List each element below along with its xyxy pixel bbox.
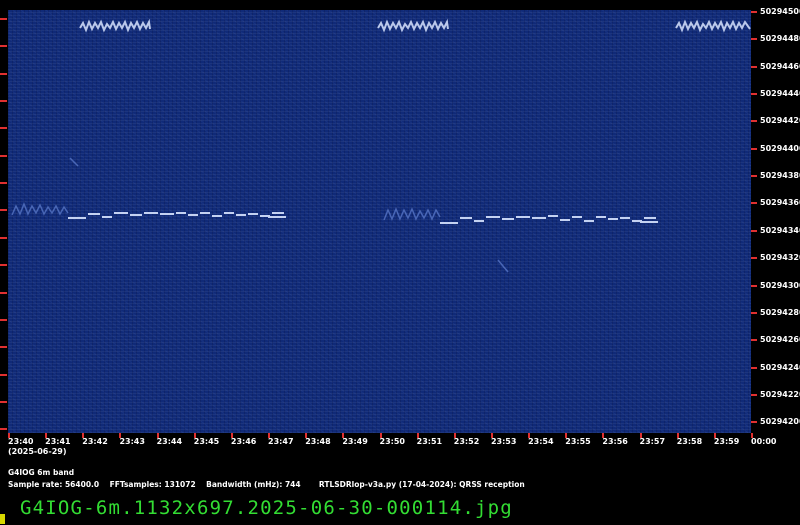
left-tick-mark [0, 154, 7, 157]
bandwidth-label: Bandwidth (mHz): 744 [206, 480, 301, 489]
x-tick-label: 23:56 [602, 437, 628, 446]
left-tick-mark [0, 291, 7, 294]
left-tick-mark [0, 100, 7, 103]
y-tick-label: 50294500 [760, 7, 800, 16]
left-tick-mark [0, 318, 7, 321]
y-tick-mark [751, 11, 757, 13]
sample-rate-label: Sample rate: 56400.0 [8, 480, 100, 489]
qrss-trace-1 [68, 212, 286, 219]
x-tick-label: 00:00 [751, 437, 777, 446]
fft-samples-label: FFTsamples: 131072 [109, 480, 196, 489]
x-tick-label: 23:48 [305, 437, 331, 446]
x-tick-label: 23:44 [156, 437, 183, 446]
waterfall-traces [11, 18, 751, 273]
y-tick-label: 50294480 [760, 34, 800, 44]
software-label: RTLSDRlop-v3a.py (17-04-2024): QRSS rece… [318, 480, 525, 489]
y-tick-mark [751, 421, 757, 424]
y-tick-mark [751, 147, 757, 150]
x-tick-label: 23:42 [82, 437, 108, 446]
x-tick-label: 23:45 [193, 437, 220, 446]
x-tick-label: 23:47 [268, 437, 294, 446]
left-tick-mark [0, 18, 7, 20]
left-tick-mark [0, 373, 7, 376]
band-label: G4IOG 6m band [8, 468, 75, 477]
waterfall-display [8, 10, 751, 433]
y-tick-label: 50294240 [760, 362, 800, 372]
y-tick-label: 50294440 [760, 89, 800, 99]
top-signal-burst-2 [377, 18, 449, 33]
left-tick-mark [0, 236, 7, 239]
y-tick-mark [751, 284, 757, 287]
y-tick-mark [751, 229, 757, 232]
y-tick-label: 50294300 [760, 280, 800, 290]
left-tick-mark [0, 182, 7, 185]
left-tick-mark [0, 400, 7, 403]
filename-label: G4IOG-6m.1132x697.2025-06-30-000114.jpg [20, 497, 513, 519]
left-tick-mark [0, 209, 7, 212]
y-tick-label: 50294340 [760, 225, 800, 235]
y-tick-label: 50294420 [760, 116, 800, 126]
y-tick-mark [751, 393, 757, 396]
y-tick-mark [751, 366, 757, 369]
left-tick-mark [0, 264, 7, 267]
date-label: (2025-06-29) [8, 447, 67, 456]
y-tick-label: 50294200 [760, 417, 800, 427]
left-tick-mark [0, 428, 7, 431]
left-tick-mark [0, 72, 7, 75]
x-tick-label: 23:57 [639, 437, 666, 446]
top-signal-burst-3 [675, 19, 751, 33]
y-tick-mark [751, 65, 757, 68]
y-tick-mark [751, 175, 757, 178]
y-tick-label: 50294400 [760, 143, 800, 153]
y-tick-label: 50294260 [760, 335, 800, 345]
left-tick-mark [0, 346, 7, 349]
y-tick-label: 50294380 [760, 171, 800, 181]
y-tick-label: 50294460 [760, 61, 800, 71]
x-tick-label: 23:49 [342, 437, 368, 446]
x-tick-label: 23:41 [45, 437, 71, 446]
capture-info-line: Sample rate: 56400.0 FFTsamples: 131072 … [8, 480, 525, 489]
left-tick-mark [0, 127, 7, 130]
x-tick-label: 23:52 [453, 437, 480, 446]
x-tick-label: 23:51 [416, 437, 443, 446]
x-tick-label: 23:58 [676, 437, 703, 446]
y-tick-mark [751, 93, 757, 96]
qrss-trace-2 [440, 215, 658, 224]
top-signal-burst-1 [79, 18, 151, 33]
text-cursor [0, 514, 5, 524]
x-tick-label: 23:50 [379, 437, 405, 446]
y-tick-label: 50294220 [760, 389, 800, 399]
x-tick-label: 23:55 [565, 437, 591, 446]
y-tick-mark [751, 311, 757, 314]
x-tick-label: 23:53 [490, 437, 517, 446]
x-tick-label: 23:54 [528, 437, 554, 446]
y-tick-mark [751, 202, 757, 205]
x-tick-label: 23:59 [713, 437, 740, 446]
x-tick-label: 23:40 [8, 437, 34, 446]
x-tick-label: 23:43 [119, 437, 145, 446]
y-tick-label: 50294280 [760, 307, 800, 317]
y-tick-mark [751, 339, 757, 342]
x-tick-label: 23:46 [230, 437, 257, 446]
y-tick-mark [751, 120, 757, 123]
y-tick-label: 50294360 [760, 198, 800, 208]
y-tick-mark [751, 38, 757, 41]
y-tick-label: 50294320 [760, 253, 800, 263]
left-tick-mark [0, 45, 7, 48]
y-tick-mark [751, 257, 757, 260]
